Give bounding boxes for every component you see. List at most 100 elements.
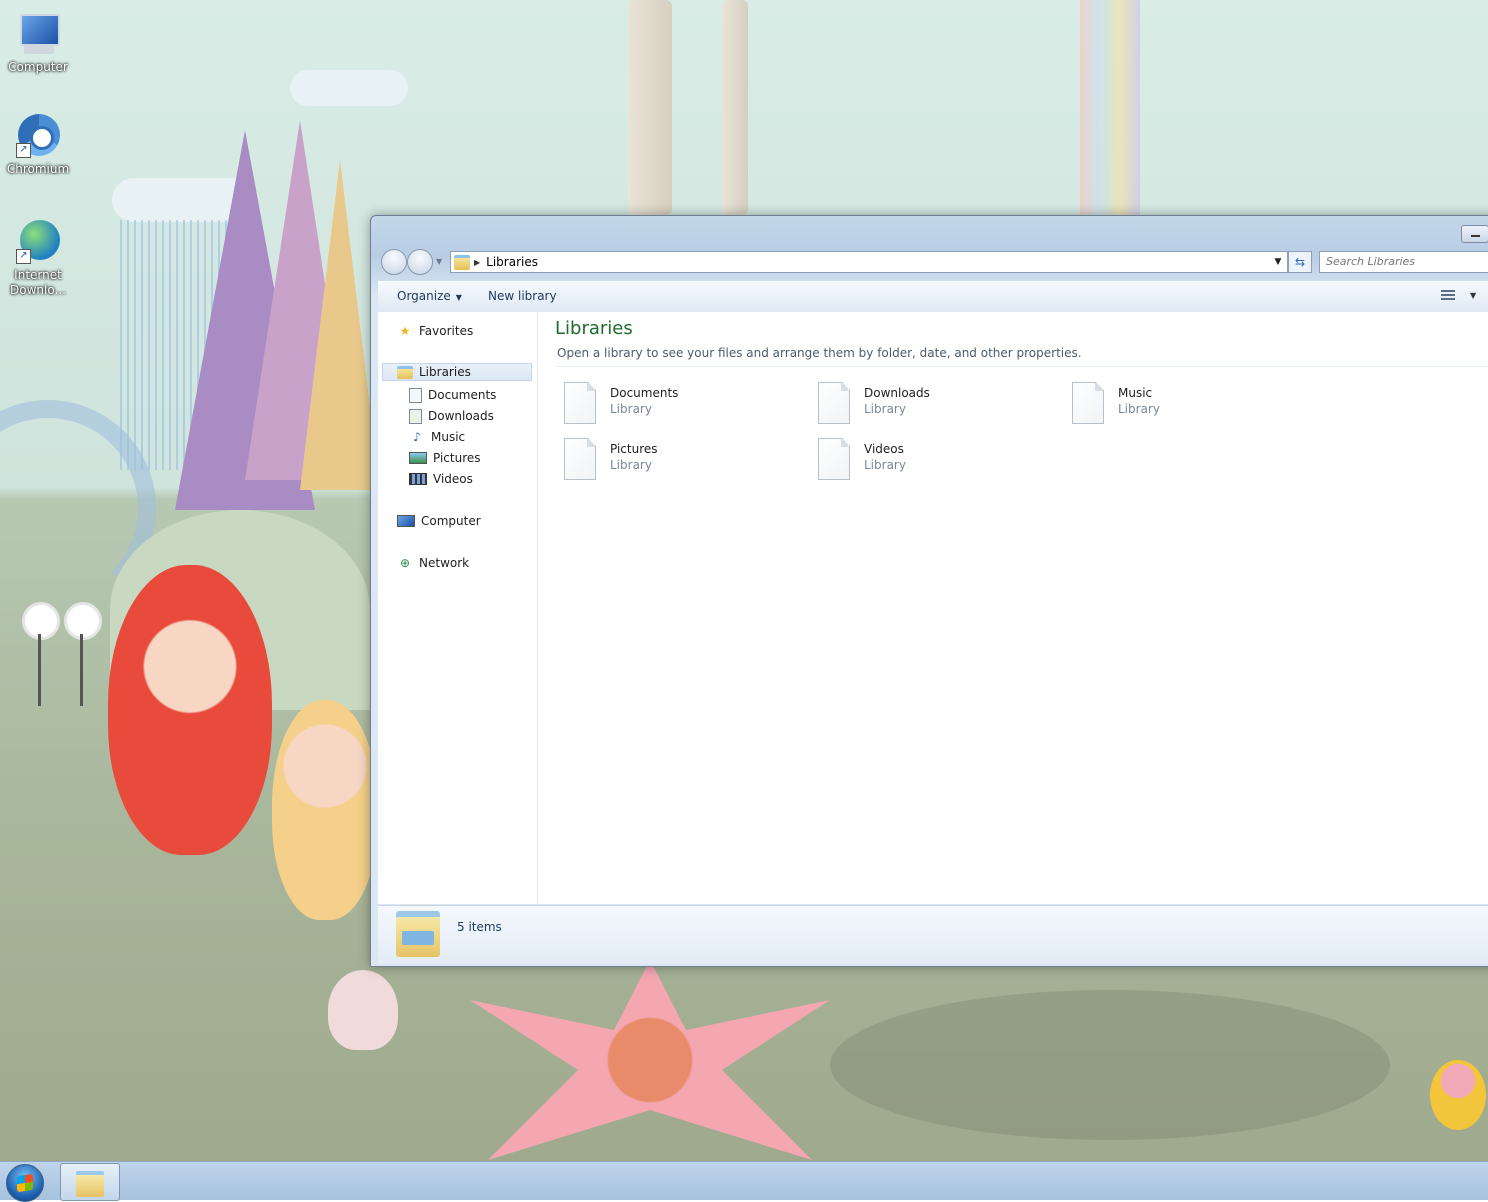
computer-icon (397, 515, 415, 527)
library-item-downloads[interactable]: Downloads Library (810, 378, 1040, 426)
documents-icon (409, 387, 422, 403)
view-options-dropdown-icon[interactable]: ▼ (1470, 291, 1476, 300)
nav-item-videos[interactable]: Videos (409, 470, 473, 488)
address-bar[interactable]: ▶ Libraries ▼ (450, 251, 1288, 273)
wallpaper-mountain (300, 160, 380, 490)
music-note-icon: ♪ (413, 430, 421, 444)
blank-file-icon (818, 438, 850, 480)
navigation-buttons: ▼ (381, 249, 451, 275)
nav-item-label: Videos (433, 472, 473, 486)
wallpaper-tree-trunk (722, 0, 748, 215)
address-dropdown-icon[interactable]: ▼ (1269, 257, 1287, 267)
libraries-icon (397, 365, 413, 379)
wallpaper-shadow (830, 990, 1390, 1140)
forward-button[interactable] (407, 249, 433, 275)
organize-button[interactable]: Organize ▼ (397, 289, 462, 303)
item-count: 5 items (457, 920, 502, 934)
library-type: Library (864, 458, 906, 472)
library-type: Library (610, 458, 652, 472)
command-toolbar: Organize ▼ New library ▼ (378, 281, 1488, 313)
recent-pages-dropdown-icon[interactable]: ▼ (436, 257, 442, 266)
shortcut-arrow-icon: ↗ (16, 143, 31, 158)
desktop-icon-internet-download-manager[interactable]: ↗ Internet Downlo... (0, 218, 76, 298)
wallpaper-dandelion (64, 602, 102, 640)
chevron-right-icon[interactable]: ▶ (474, 258, 480, 267)
nav-item-computer[interactable]: Computer (397, 512, 481, 530)
star-icon: ★ (399, 324, 411, 338)
nav-item-label: Favorites (419, 324, 474, 338)
desktop-icon-computer[interactable]: Computer (0, 10, 76, 74)
wallpaper-dandelion-stem (38, 634, 41, 706)
wallpaper-bird (328, 970, 398, 1050)
blank-file-icon (1072, 382, 1104, 424)
library-name: Pictures (610, 442, 658, 456)
wallpaper-bee (1430, 1060, 1486, 1130)
nav-item-documents[interactable]: Documents (409, 386, 496, 404)
library-item-documents[interactable]: Documents Library (556, 378, 786, 426)
desktop-icon-chromium[interactable]: ↗ Chromium (0, 112, 76, 176)
wallpaper-matryoshka-doll (108, 565, 272, 855)
navigation-pane: ★ Favorites Libraries Documents Download… (378, 312, 538, 904)
search-box[interactable] (1319, 251, 1488, 273)
change-view-icon[interactable] (1441, 290, 1455, 304)
chromium-icon: ↗ (14, 112, 62, 160)
nav-item-music[interactable]: ♪ Music (409, 428, 465, 446)
wallpaper-dandelion-stem (80, 634, 83, 706)
details-pane: 5 items (378, 905, 1488, 964)
library-item-pictures[interactable]: Pictures Library (556, 434, 786, 482)
library-item-music[interactable]: Music Library (1064, 378, 1294, 426)
libraries-folder-icon (454, 254, 470, 270)
nav-item-label: Network (419, 556, 470, 570)
explorer-window[interactable]: ▼ ▶ Libraries ▼ ⇆ Organize ▼ New library … (370, 215, 1488, 967)
organize-label: Organize (397, 289, 451, 303)
nav-item-network[interactable]: ⊕ Network (397, 554, 469, 572)
content-pane: Libraries Open a library to see your fil… (538, 312, 1488, 904)
library-name: Videos (864, 442, 904, 456)
search-input[interactable] (1320, 252, 1486, 270)
pictures-icon (409, 452, 427, 464)
desktop-icon-label: Computer (8, 60, 68, 74)
start-button[interactable] (6, 1164, 44, 1202)
library-type: Library (610, 402, 652, 416)
new-library-button[interactable]: New library (488, 289, 557, 303)
back-button[interactable] (381, 249, 407, 275)
nav-item-label: Pictures (433, 451, 481, 465)
libraries-folder-icon (396, 911, 440, 957)
blank-file-icon (564, 438, 596, 480)
chevron-down-icon: ▼ (455, 293, 462, 302)
library-item-videos[interactable]: Videos Library (810, 434, 1040, 482)
nav-item-label: Downloads (428, 409, 494, 423)
nav-item-favorites[interactable]: ★ Favorites (397, 322, 474, 340)
library-type: Library (1118, 402, 1160, 416)
film-strip-icon (409, 473, 427, 485)
nav-item-pictures[interactable]: Pictures (409, 449, 481, 467)
wallpaper-cloud (290, 70, 408, 106)
library-type: Library (864, 402, 906, 416)
library-name: Downloads (864, 386, 930, 400)
network-icon: ⊕ (399, 556, 411, 570)
wallpaper-light-rays (1080, 0, 1140, 215)
nav-item-label: Computer (421, 514, 481, 528)
library-name: Documents (610, 386, 679, 400)
page-title: Libraries (555, 318, 633, 339)
page-subtitle: Open a library to see your files and arr… (557, 346, 1082, 360)
downloads-icon (409, 408, 422, 424)
wallpaper-flower (470, 960, 830, 1160)
divider (555, 366, 1488, 367)
nav-item-label: Libraries (419, 365, 471, 379)
wallpaper-dandelion (22, 602, 60, 640)
desktop-icon-label: Chromium (6, 162, 70, 176)
nav-item-label: Documents (428, 388, 497, 402)
desktop-icon-label: Internet Downlo... (10, 268, 66, 297)
taskbar-explorer-button[interactable] (60, 1163, 120, 1201)
nav-item-libraries[interactable]: Libraries (382, 363, 532, 381)
internet-download-manager-icon: ↗ (14, 218, 62, 266)
address-segment-libraries[interactable]: Libraries (486, 255, 1269, 269)
refresh-button[interactable]: ⇆ (1288, 251, 1312, 273)
wallpaper-matryoshka-doll (272, 700, 378, 920)
minimize-button[interactable] (1461, 225, 1488, 243)
shortcut-arrow-icon: ↗ (16, 249, 31, 264)
wallpaper-tree-trunk (628, 0, 672, 215)
computer-icon (14, 10, 62, 58)
nav-item-downloads[interactable]: Downloads (409, 407, 494, 425)
